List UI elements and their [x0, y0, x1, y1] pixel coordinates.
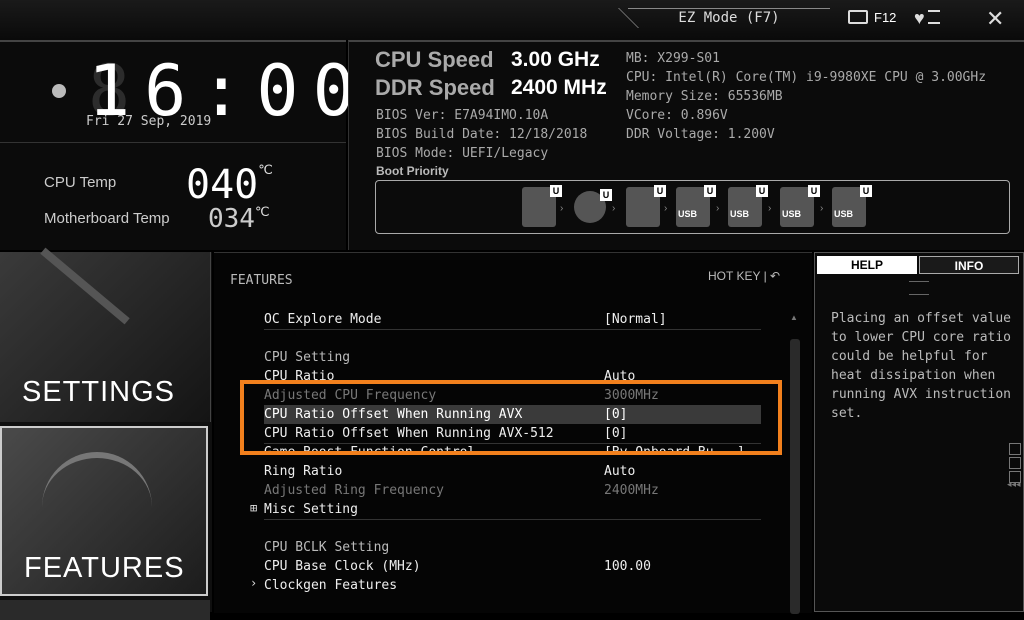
memory-size: Memory Size: 65536MB	[626, 89, 783, 104]
vcore: VCore: 0.896V	[626, 108, 728, 123]
clock-icon	[52, 84, 66, 98]
divider	[0, 142, 346, 143]
hotkey-button[interactable]: HOT KEY | ↶	[708, 269, 780, 283]
nav-features[interactable]: FEATURES	[0, 426, 208, 596]
help-panel: HELP INFO Placing an offset value to low…	[814, 252, 1024, 612]
ez-mode-button[interactable]: EZ Mode (F7)	[628, 8, 830, 29]
optical-disc-icon[interactable]: U	[574, 189, 612, 223]
ddr-voltage: DDR Voltage: 1.200V	[626, 127, 775, 142]
cpu-speed-label: CPU Speed	[375, 47, 494, 72]
row-clockgen-features[interactable]: Clockgen Features	[264, 576, 761, 595]
nav-features-label: FEATURES	[24, 552, 185, 584]
mb-temp-label: Motherboard Temp	[44, 210, 170, 227]
favorites-icon[interactable]: ♥	[914, 8, 925, 29]
ddr-speed-value: 2400 MHz	[511, 76, 607, 99]
gauge-icon	[42, 452, 152, 518]
row-oc-explore-mode[interactable]: OC Explore Mode [Normal]	[264, 310, 761, 330]
tab-info[interactable]: INFO	[919, 256, 1019, 274]
boot-priority-label: Boot Priority	[376, 164, 449, 178]
clock-date: Fri 27 Sep, 2019	[86, 114, 212, 129]
nav-settings[interactable]: SETTINGS	[0, 247, 211, 422]
ez-mode-label: EZ Mode (F7)	[678, 10, 780, 26]
highlight-box	[240, 380, 782, 455]
tools-icon	[40, 247, 130, 325]
usb-cd-icon[interactable]: U USB	[728, 185, 768, 227]
mb-temp-display: 034℃	[208, 204, 270, 234]
usb-key-icon[interactable]: U USB	[780, 185, 820, 227]
mb-temp-value: 34	[223, 204, 255, 234]
row-adjusted-ring-frequency: Adjusted Ring Frequency 2400MHz	[264, 483, 659, 498]
boot-priority-bar[interactable]: U › U › U › U USB › U USB › U USB › U USB	[375, 180, 1010, 234]
row-ring-ratio[interactable]: Ring Ratio Auto	[264, 462, 761, 481]
section-cpu-bclk-setting: CPU BCLK Setting	[264, 540, 390, 555]
scroll-up-icon[interactable]: ▲	[790, 313, 798, 322]
ddr-speed-label: DDR Speed	[375, 75, 495, 100]
bios-mode: BIOS Mode: UEFI/Legacy	[376, 146, 549, 161]
close-icon[interactable]: ✕	[986, 6, 1004, 32]
menu-lines-icon	[928, 10, 940, 24]
panel-toggle-icon-2[interactable]	[1009, 457, 1021, 469]
mb-model: MB: X299-S01	[626, 51, 720, 66]
left-nav: SETTINGS FEATURES	[0, 247, 212, 620]
camera-icon[interactable]	[848, 10, 868, 24]
row-misc-setting[interactable]: Misc Setting	[264, 500, 761, 520]
expand-plus-icon[interactable]: ⊞	[250, 501, 257, 515]
drag-handle-icon[interactable]	[909, 281, 929, 295]
usb-hdd-icon[interactable]: U USB	[676, 185, 716, 227]
panel-title: FEATURES	[230, 273, 293, 288]
cpu-temp-unit: ℃	[258, 162, 273, 177]
hdd-icon[interactable]: U	[522, 185, 562, 227]
submenu-arrow-icon[interactable]: ›	[250, 576, 257, 590]
network-icon[interactable]: U	[626, 185, 666, 227]
tab-help[interactable]: HELP	[817, 256, 917, 274]
cpu-temp-value: 40	[210, 162, 259, 208]
top-bar	[0, 0, 1024, 40]
nav-oc[interactable]	[0, 600, 210, 620]
help-text: Placing an offset value to lower CPU cor…	[831, 311, 1012, 421]
scrollbar-thumb[interactable]	[790, 339, 800, 614]
row-cpu-base-clock[interactable]: CPU Base Clock (MHz) 100.00	[264, 557, 761, 576]
bios-version: BIOS Ver: E7A94IMO.10A	[376, 108, 549, 123]
cpu-model: CPU: Intel(R) Core(TM) i9-9980XE CPU @ 3…	[626, 70, 987, 85]
cpu-temp-display: 040℃	[186, 162, 273, 208]
cpu-speed-value: 3.00 GHz	[511, 48, 600, 71]
section-cpu-setting: CPU Setting	[264, 350, 351, 365]
mb-temp-unit: ℃	[254, 204, 270, 219]
header-left-panel: 8 16:00 Fri 27 Sep, 2019 CPU Temp 040℃ M…	[0, 40, 355, 250]
panel-toggle-icon[interactable]	[1009, 443, 1021, 455]
cpu-temp-label: CPU Temp	[44, 174, 117, 191]
usb-floppy-icon[interactable]: U USB	[832, 185, 872, 227]
bios-build-date: BIOS Build Date: 12/18/2018	[376, 127, 588, 142]
f12-label[interactable]: F12	[874, 10, 896, 25]
nav-settings-label: SETTINGS	[22, 376, 176, 408]
collapse-icon[interactable]: ◂◂◂	[1007, 479, 1021, 490]
